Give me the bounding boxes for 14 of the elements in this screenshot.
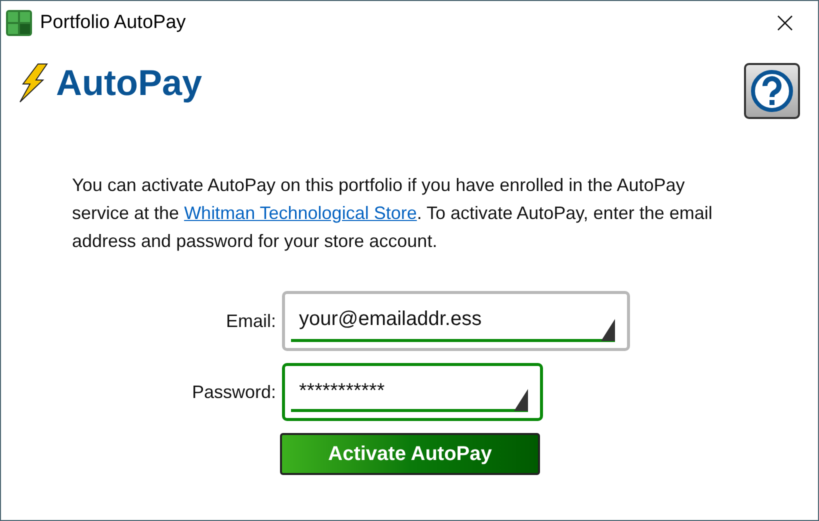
- input-field[interactable]: ***********: [282, 363, 543, 421]
- window-title: Portfolio AutoPay: [40, 10, 186, 35]
- question-icon: [750, 69, 794, 113]
- help-button[interactable]: [744, 63, 800, 119]
- lightning-icon: [18, 63, 48, 103]
- store-link[interactable]: Whitman Technological Store: [184, 203, 417, 223]
- activate-button[interactable]: Activate AutoPay: [280, 433, 540, 475]
- app-icon: [6, 10, 32, 36]
- logo-text: AutoPay: [56, 65, 202, 101]
- input-field[interactable]: your@emailaddr.ess: [282, 291, 630, 351]
- field-label: Password:: [190, 380, 276, 404]
- intro-paragraph: You can activate AutoPay on this portfolio if you have enrolled in the AutoPay service at the Whitman Technological Store. To activate AutoPay, enter the email address and password for your store account.: [72, 174, 714, 253]
- close-icon[interactable]: [777, 15, 793, 31]
- field-label: Email:: [224, 310, 276, 332]
